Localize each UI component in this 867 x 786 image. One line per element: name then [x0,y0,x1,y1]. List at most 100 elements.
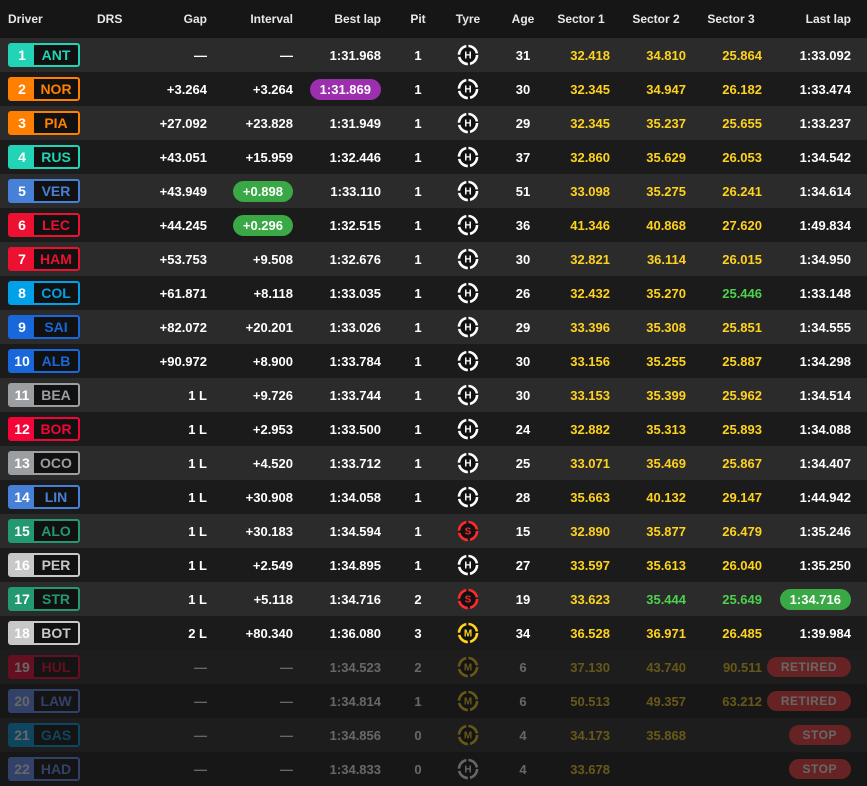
interval-cell: +0.296 [212,208,293,242]
best-lap-cell: 1:31.869 [300,72,381,106]
gap-value: — [194,693,207,709]
header-tyre[interactable]: Tyre [451,0,485,38]
sector-3-time [700,752,762,786]
sector-3-time: 26.182 [722,81,762,97]
sector-2-time: 36.114 [646,251,686,267]
tyre-compound-letter: H [464,357,471,368]
interval-value: +8.118 [253,285,293,301]
driver-badge[interactable]: 4 RUS [8,145,80,169]
driver-badge[interactable]: 20 LAW [8,689,80,713]
table-row[interactable]: 20 LAW — — 1:34.814 1 M 6 50.513 49.357 63.212 RETI… [0,684,867,718]
driver-badge[interactable]: 9 SAI [8,315,80,339]
driver-badge[interactable]: 17 STR [8,587,80,611]
best-lap-cell: 1:32.676 [300,242,381,276]
tyre-compound-icon: H [457,486,479,508]
driver-badge[interactable]: 7 HAM [8,247,80,271]
header-driver[interactable]: Driver [8,0,88,38]
header-age[interactable]: Age [500,0,546,38]
driver-code: VER [34,181,78,201]
tyre-compound-letter: S [465,595,472,606]
table-row[interactable]: 9 SAI +82.072 +20.201 1:33.026 1 H 29 33.396 35.3… [0,310,867,344]
table-row[interactable]: 11 BEA 1 L +9.726 1:33.744 1 H 30 33.153 35.399 25… [0,378,867,412]
table-row[interactable]: 10 ALB +90.972 +8.900 1:33.784 1 H 30 33.156 35.2… [0,344,867,378]
table-row[interactable]: 13 OCO 1 L +4.520 1:33.712 1 H 25 33.071 35.469 25… [0,446,867,480]
tyre-age: 15 [515,523,531,539]
header-sector-1[interactable]: Sector 1 [552,0,610,38]
table-row[interactable]: 5 VER +43.949 +0.898 1:33.110 1 H 51 33.098 35.27… [0,174,867,208]
table-row[interactable]: 6 LEC +44.245 +0.296 1:32.515 1 H 36 41.346 40.86… [0,208,867,242]
header-sector-3[interactable]: Sector 3 [700,0,762,38]
table-row[interactable]: 19 HUL — — 1:34.523 2 M 6 37.130 43.740 90.511 RETI… [0,650,867,684]
table-row[interactable]: 21 GAS — — 1:34.856 0 M 4 34.173 35.868 STOP [0,718,867,752]
driver-badge[interactable]: 3 PIA [8,111,80,135]
interval-value: +4.520 [252,455,293,471]
table-row[interactable]: 8 COL +61.871 +8.118 1:33.035 1 H 26 32.432 35.27… [0,276,867,310]
interval-cell: +9.726 [212,378,293,412]
tyre-compound-letter: H [464,153,471,164]
driver-code: SAI [34,317,78,337]
position-number: 5 [10,181,34,201]
driver-badge[interactable]: 8 COL [8,281,80,305]
table-row[interactable]: 1 ANT — —1:31.968 1 H 31 32.418 34.810 25.864 1:33… [0,38,867,72]
gap-value: 1 L [188,387,207,403]
last-lap-value: 1:34.950 [799,251,851,267]
table-row[interactable]: 7 HAM +53.753 +9.508 1:32.676 1 H 30 32.821 36.11… [0,242,867,276]
driver-badge[interactable]: 22 HAD [8,757,80,781]
table-row[interactable]: 17 STR 1 L +5.118 1:34.716 2 S 19 33.623 35.444 25… [0,582,867,616]
table-row[interactable]: 15 ALO 1 L +30.183 1:34.594 1 S 15 32.890 35.877 2… [0,514,867,548]
tyre-age: 29 [515,319,531,335]
driver-badge[interactable]: 2 NOR [8,77,80,101]
gap-value: 1 L [188,523,207,539]
sector-3-time [700,718,762,752]
table-row[interactable]: 14 LIN 1 L +30.908 1:34.058 1 H 28 35.663 40.132 2… [0,480,867,514]
header-last-lap[interactable]: Last lap [773,0,851,38]
header-best-lap[interactable]: Best lap [300,0,381,38]
tyre-compound-letter: H [464,425,471,436]
tyre-compound-letter: H [464,459,471,470]
best-lap-cell: 1:34.523 [300,650,381,684]
sector-3-time: 26.241 [722,183,762,199]
last-lap-cell: 1:33.092 [773,38,851,72]
sector-1-time: 32.890 [570,523,610,539]
sector-3-time: 26.015 [722,251,762,267]
interval-value: +80.340 [245,625,293,641]
interval-cell: — [212,38,293,72]
header-pit[interactable]: Pit [400,0,436,38]
driver-badge[interactable]: 14 LIN [8,485,80,509]
position-number: 15 [10,521,34,541]
driver-badge[interactable]: 19 HUL [8,655,80,679]
driver-badge[interactable]: 10 ALB [8,349,80,373]
tyre-compound-icon: H [457,214,479,236]
driver-badge[interactable]: 6 LEC [8,213,80,237]
table-row[interactable]: 22 HAD — — 1:34.833 0 H 4 33.678 STOP [0,752,867,786]
table-row[interactable]: 12 BOR 1 L +2.953 1:33.500 1 H 24 32.882 35.313 25… [0,412,867,446]
header-interval[interactable]: Interval [212,0,293,38]
table-row[interactable]: 16 PER 1 L +2.549 1:34.895 1 H 27 33.597 35.613 26… [0,548,867,582]
driver-badge[interactable]: 11 BEA [8,383,80,407]
header-sector-2[interactable]: Sector 2 [626,0,686,38]
driver-badge[interactable]: 13 OCO [8,451,80,475]
tyre-compound-icon: H [457,418,479,440]
tyre-cell: H [451,38,485,72]
driver-badge[interactable]: 15 ALO [8,519,80,543]
position-number: 18 [10,623,34,643]
driver-badge[interactable]: 1 ANT [8,43,80,67]
interval-cell: — [212,752,293,786]
tyre-compound-icon: H [457,180,479,202]
table-row[interactable]: 2 NOR +3.264 +3.264 1:31.869 1 H 30 32.345 34.947… [0,72,867,106]
driver-badge[interactable]: 12 BOR [8,417,80,441]
driver-badge[interactable]: 5 VER [8,179,80,203]
table-row[interactable]: 4 RUS +43.051 +15.959 1:32.446 1 H 37 32.860 35.6… [0,140,867,174]
table-row[interactable]: 3 PIA +27.092 +23.828 1:31.949 1 H 29 32.345 35.2… [0,106,867,140]
tyre-age: 30 [515,353,531,369]
best-lap-cell: 1:34.895 [300,548,381,582]
driver-badge[interactable]: 18 BOT [8,621,80,645]
interval-cell: +8.900 [212,344,293,378]
driver-code: RUS [34,147,78,167]
sector-2-time: 43.740 [646,659,686,675]
driver-badge[interactable]: 16 PER [8,553,80,577]
driver-badge[interactable]: 21 GAS [8,723,80,747]
table-row[interactable]: 18 BOT 2 L +80.340 1:36.080 3 M 34 36.528 36.971 2… [0,616,867,650]
header-gap[interactable]: Gap [130,0,207,38]
pit-count: 2 [414,591,422,607]
